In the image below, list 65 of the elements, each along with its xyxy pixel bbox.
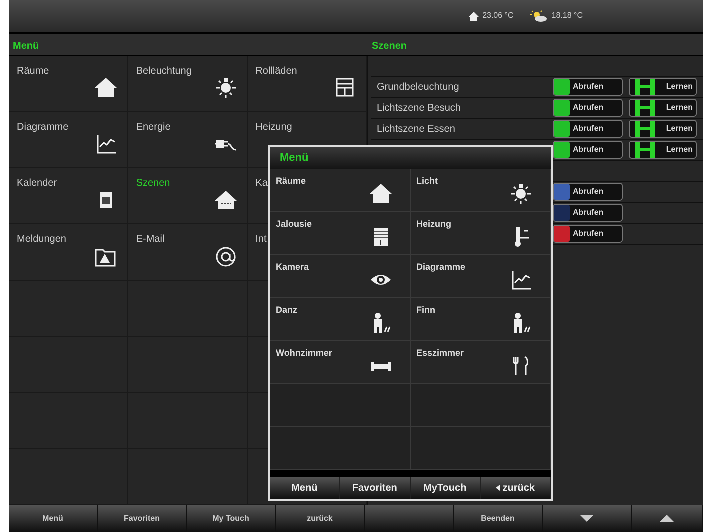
learn-icon bbox=[634, 121, 656, 137]
indoor-temperature: 23.06 °C bbox=[482, 10, 514, 22]
scene-name: Lichtszene Besuch bbox=[377, 102, 462, 116]
learn-button[interactable]: Lernen bbox=[629, 78, 697, 96]
popup-tile[interactable]: Kamera bbox=[270, 254, 410, 298]
sun-cloud-icon bbox=[530, 10, 548, 22]
learn-icon bbox=[634, 79, 656, 95]
window-icon bbox=[334, 77, 356, 100]
popup-tile[interactable]: Wohnzimmer bbox=[270, 340, 410, 384]
learn-button[interactable]: Lernen bbox=[629, 120, 697, 138]
popup-tile[interactable]: Heizung bbox=[410, 212, 551, 255]
scene-name: Lichtszene Essen bbox=[377, 122, 456, 136]
popup-title: Menü bbox=[280, 150, 309, 166]
bar-button[interactable]: My Touch bbox=[187, 505, 276, 532]
panel-title: Menü bbox=[13, 40, 40, 52]
learn-icon bbox=[634, 100, 656, 116]
up-arrow-icon bbox=[660, 515, 674, 522]
popup-bar-button[interactable]: MyTouch bbox=[410, 477, 481, 500]
recall-button[interactable]: Abrufen bbox=[553, 183, 623, 201]
scene-name: Grundbeleuchtung bbox=[377, 80, 460, 94]
recall-button[interactable]: Abrufen bbox=[553, 78, 623, 96]
bar-button[interactable]: Menü bbox=[9, 505, 98, 532]
house-icon bbox=[370, 182, 392, 205]
house-icon bbox=[468, 12, 479, 20]
popup-bar-button[interactable]: Favoriten bbox=[340, 477, 410, 500]
popup-tile[interactable]: Licht bbox=[410, 168, 551, 212]
popup-tile[interactable]: Räume bbox=[270, 168, 410, 212]
popup-bar-button[interactable]: zurück bbox=[480, 477, 551, 500]
menu-tile[interactable]: Energie bbox=[128, 112, 248, 168]
recall-button[interactable]: Abrufen bbox=[553, 204, 623, 222]
popup-bar-button[interactable]: Menü bbox=[270, 477, 340, 500]
learn-button[interactable]: Lernen bbox=[629, 99, 697, 117]
recall-button[interactable]: Abrufen bbox=[553, 99, 623, 117]
menu-tile[interactable]: Kalender bbox=[9, 168, 128, 224]
recall-button[interactable]: Abrufen bbox=[553, 120, 623, 138]
bar-button[interactable]: zurück bbox=[276, 505, 365, 532]
recall-button[interactable]: Abrufen bbox=[553, 225, 623, 243]
popup-tile[interactable]: Esszimmer bbox=[410, 340, 551, 384]
menu-tile[interactable]: Rollläden bbox=[248, 56, 367, 112]
menu-tile[interactable]: Beleuchtung bbox=[128, 56, 248, 112]
popup-tile[interactable]: Diagramme bbox=[410, 254, 551, 298]
house-icon bbox=[214, 189, 237, 212]
learn-icon bbox=[634, 142, 656, 158]
house-icon bbox=[95, 77, 118, 100]
outdoor-temperature: 18.18 °C bbox=[552, 10, 583, 22]
bar-button[interactable]: Beenden bbox=[454, 505, 543, 532]
panel-title: Szenen bbox=[372, 40, 408, 52]
popup-tile[interactable]: Finn bbox=[410, 298, 551, 341]
popup-tile[interactable]: Danz bbox=[270, 298, 410, 341]
bar-button[interactable]: Favoriten bbox=[98, 505, 187, 532]
learn-button[interactable]: Lernen bbox=[629, 141, 697, 159]
menu-tile[interactable]: E-Mail bbox=[128, 224, 248, 280]
at-sign-icon bbox=[214, 246, 237, 268]
lightbulb-icon bbox=[510, 182, 532, 205]
lightbulb-icon bbox=[214, 77, 237, 100]
menu-tile[interactable]: Räume bbox=[9, 56, 128, 112]
down-arrow-icon bbox=[580, 515, 594, 522]
popup-tile[interactable]: Jalousie bbox=[270, 212, 410, 255]
menu-tile[interactable]: Meldungen bbox=[9, 224, 128, 280]
chart-icon bbox=[95, 133, 118, 156]
chart-icon bbox=[510, 268, 532, 291]
menu-tile[interactable]: Diagramme bbox=[9, 112, 128, 168]
menu-tile[interactable]: Szenen bbox=[128, 168, 248, 224]
recall-button[interactable]: Abrufen bbox=[553, 141, 623, 159]
back-arrow-icon bbox=[496, 485, 500, 492]
